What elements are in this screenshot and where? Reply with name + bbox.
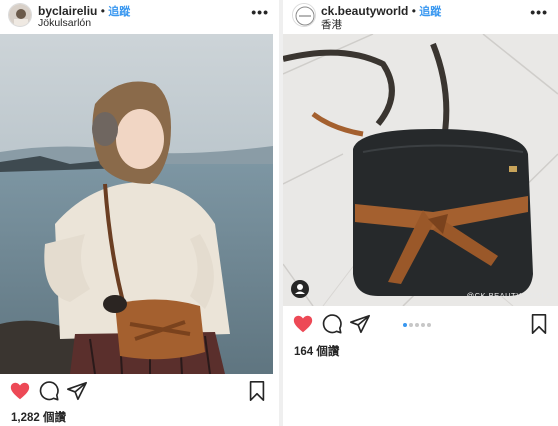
carousel-dot [403, 323, 407, 327]
post-photo[interactable]: @CK.BEAUTYWORLD [283, 34, 558, 306]
more-icon[interactable]: ••• [251, 4, 269, 20]
post-actions [283, 313, 558, 341]
post-ck-beautyworld: ck.beautyworld • 追蹤 香港 ••• @CK.BEAUTYWOR… [283, 0, 558, 426]
like-count[interactable]: 1,282 個讚 [11, 409, 66, 425]
follow-button[interactable]: 追蹤 [108, 6, 130, 18]
comment-icon[interactable] [321, 313, 343, 335]
post-photo[interactable] [0, 34, 273, 374]
more-icon[interactable]: ••• [530, 4, 548, 20]
location[interactable]: 香港 [321, 17, 342, 32]
bookmark-icon[interactable] [528, 313, 550, 335]
avatar[interactable] [8, 3, 32, 27]
heart-filled-icon[interactable] [292, 313, 314, 335]
share-icon[interactable] [66, 380, 88, 402]
username[interactable]: byclaireliu [38, 4, 97, 18]
bookmark-icon[interactable] [246, 380, 268, 402]
post-actions [0, 380, 279, 408]
location[interactable]: Jökulsarlón [38, 17, 91, 29]
share-icon[interactable] [349, 313, 371, 335]
carousel-dot [427, 323, 431, 327]
watermark: @CK.BEAUTYWORLD [466, 291, 552, 300]
carousel-dot [415, 323, 419, 327]
comment-icon[interactable] [38, 380, 60, 402]
post-byclaireliu: byclaireliu • 追蹤 Jökulsarlón ••• 1,282 個… [0, 0, 279, 426]
follow-button[interactable]: 追蹤 [419, 6, 441, 18]
carousel-dot [409, 323, 413, 327]
heart-filled-icon[interactable] [9, 380, 31, 402]
post-header: byclaireliu • 追蹤 Jökulsarlón ••• [0, 0, 279, 34]
avatar[interactable] [292, 3, 316, 27]
post-header: ck.beautyworld • 追蹤 香港 ••• [283, 0, 558, 34]
like-count[interactable]: 164 個讚 [294, 343, 339, 359]
username[interactable]: ck.beautyworld [321, 4, 408, 18]
user-tag-icon[interactable] [291, 280, 309, 298]
carousel-dot [421, 323, 425, 327]
